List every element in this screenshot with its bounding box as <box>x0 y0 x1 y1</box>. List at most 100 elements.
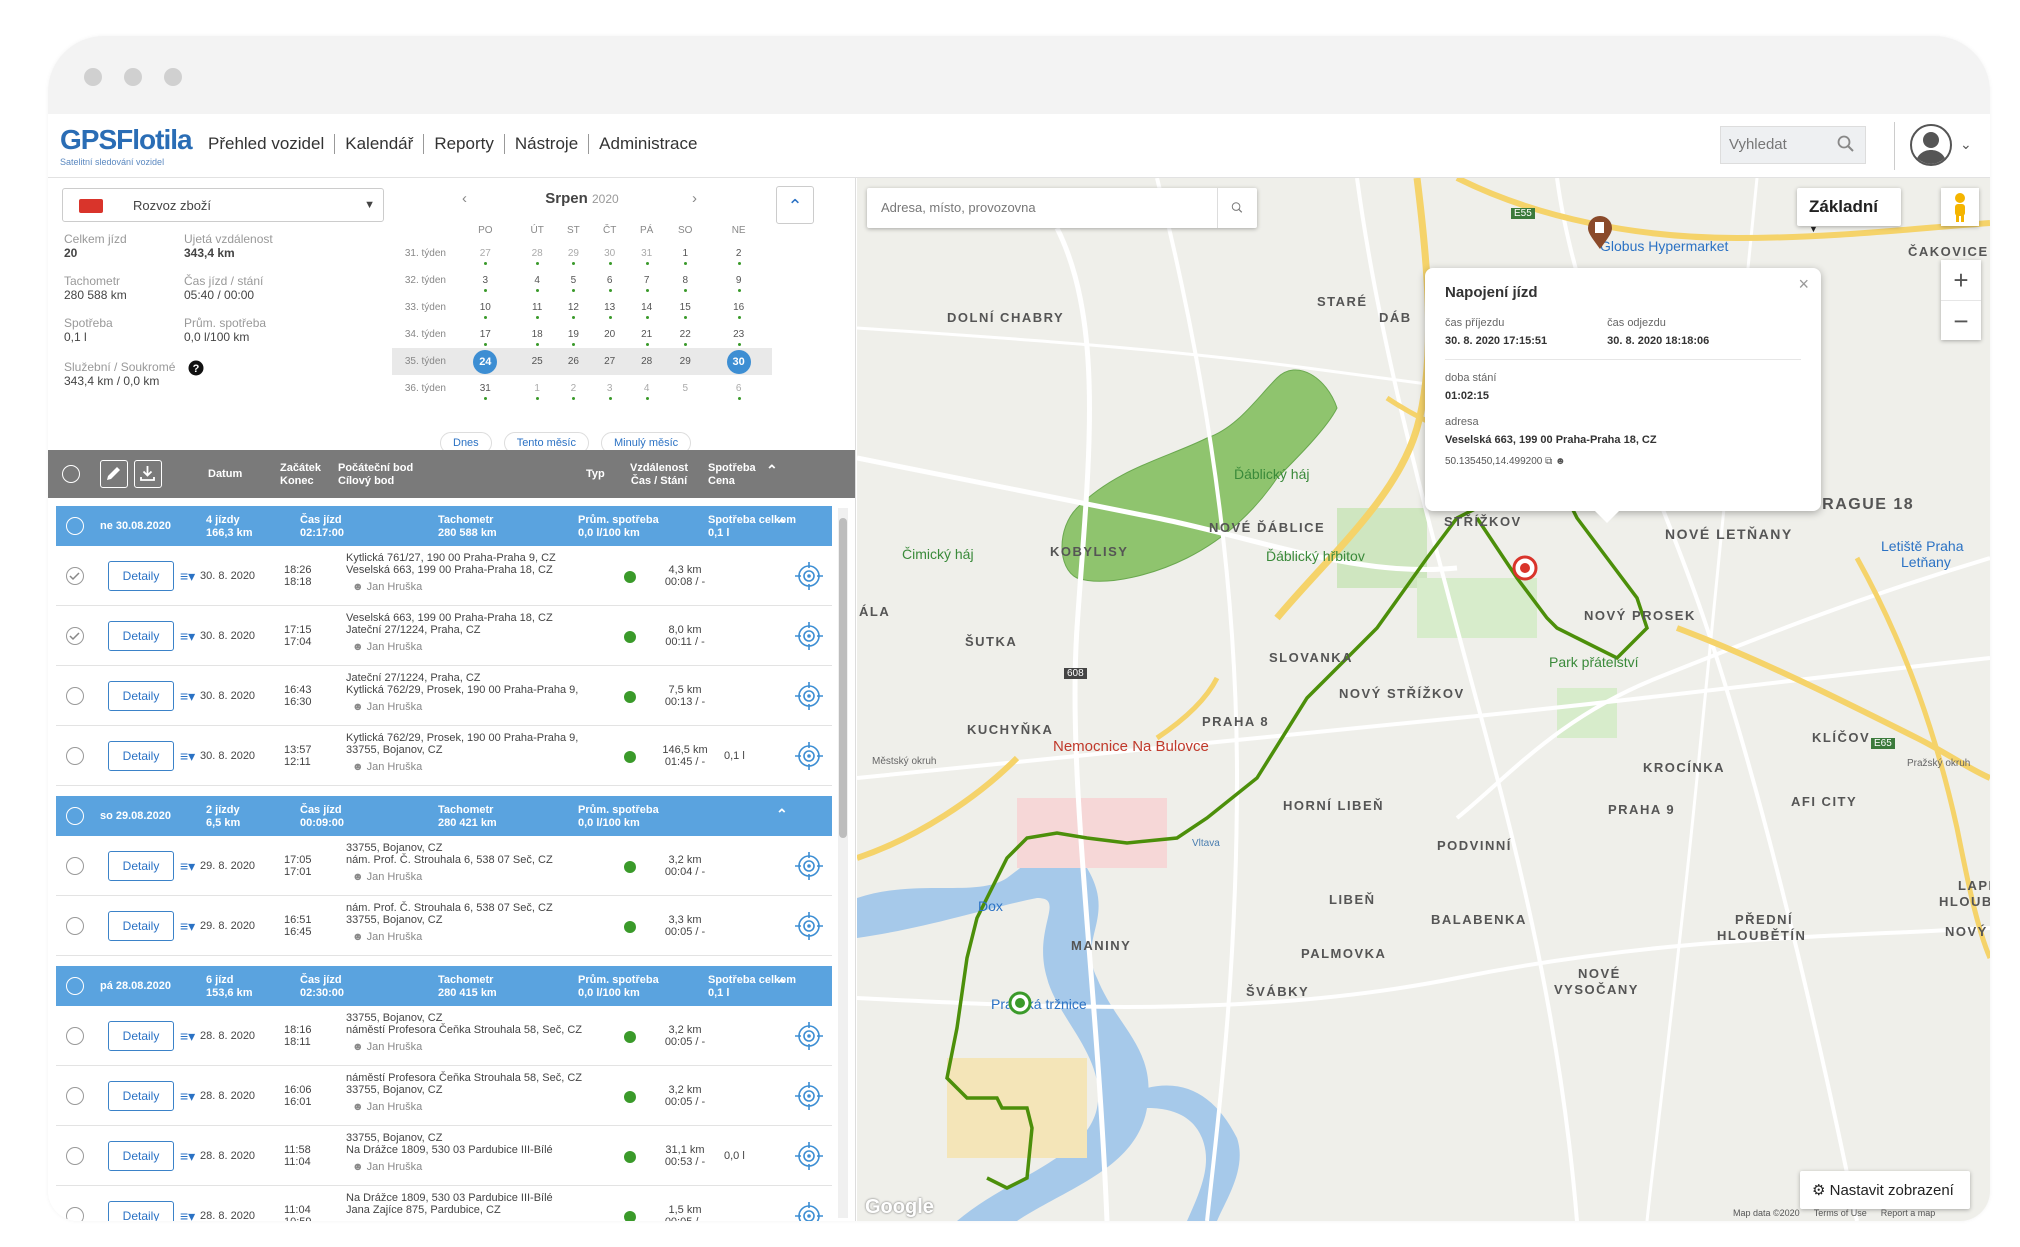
target-icon[interactable] <box>794 681 824 711</box>
avatar[interactable] <box>1910 124 1952 166</box>
target-icon[interactable] <box>794 561 824 591</box>
calendar-day[interactable]: 26 <box>555 348 592 375</box>
trip-radio[interactable] <box>66 687 84 705</box>
target-icon[interactable] <box>794 911 824 941</box>
calendar-day[interactable]: 5 <box>556 267 591 294</box>
map-search-input[interactable]: Adresa, místo, provozovna <box>867 188 1257 228</box>
chevron-up-icon[interactable]: ⌃ <box>776 977 788 991</box>
next-month-icon[interactable]: › <box>692 190 697 207</box>
detail-button[interactable]: Detaily <box>108 561 174 591</box>
trip-radio[interactable] <box>66 857 84 875</box>
trip-radio[interactable] <box>66 1087 84 1105</box>
calendar-day[interactable]: 10 <box>452 294 519 321</box>
trip-row[interactable]: Detaily ≡▾ 29. 8. 2020 16:51 16:45 nám. Prof.… <box>56 896 832 956</box>
detail-button[interactable]: Detaily <box>108 1081 174 1111</box>
pin-icon[interactable] <box>1511 554 1539 582</box>
calendar-day[interactable]: 2 <box>705 240 772 267</box>
search-icon[interactable] <box>1837 135 1855 153</box>
calendar-day[interactable]: 18 <box>519 321 556 348</box>
calendar-day[interactable]: 19 <box>556 321 591 348</box>
chevron-up-icon[interactable]: ⌃ <box>776 517 788 531</box>
day-row[interactable]: pá 28.08.2020 6 jízd 153,6 km Čas jízd 02:30… <box>56 966 832 1006</box>
calendar-day[interactable]: 25 <box>518 348 556 375</box>
trip-radio[interactable] <box>66 567 84 585</box>
col-fuel[interactable]: Spotřeba Cena <box>708 462 756 488</box>
calendar-day[interactable]: 15 <box>665 294 705 321</box>
calendar-day[interactable]: 30 <box>705 348 772 375</box>
trip-radio[interactable] <box>66 917 84 935</box>
menu-icon[interactable]: ≡▾ <box>180 748 195 765</box>
collapse-button[interactable]: ⌃ <box>776 186 814 224</box>
menu-icon[interactable]: ≡▾ <box>180 688 195 705</box>
col-typ[interactable]: Typ <box>586 468 605 481</box>
menu-item-administrace[interactable]: Administrace <box>589 134 707 154</box>
day-radio[interactable] <box>66 517 84 535</box>
pin-icon[interactable] <box>1007 990 1033 1016</box>
settings-button[interactable]: ⚙ Nastavit zobrazení <box>1800 1171 1970 1209</box>
menu-icon[interactable]: ≡▾ <box>180 858 195 875</box>
detail-button[interactable]: Detaily <box>108 851 174 881</box>
calendar-day[interactable]: 29 <box>556 240 591 267</box>
menu-icon[interactable]: ≡▾ <box>180 1028 195 1045</box>
trip-row[interactable]: Detaily ≡▾ 28. 8. 2020 18:16 18:11 33755, Boj… <box>56 1006 832 1066</box>
report-link[interactable]: Report a map <box>1881 1208 1936 1218</box>
vehicle-select[interactable]: Rozvoz zboží ▼ <box>62 188 384 222</box>
scrollbar[interactable] <box>838 508 848 1218</box>
calendar-day[interactable]: 4 <box>628 375 665 402</box>
chevron-up-icon[interactable]: ⌃ <box>766 463 778 477</box>
trip-row[interactable]: Detaily ≡▾ 28. 8. 2020 11:58 11:04 33755, Boj… <box>56 1126 832 1186</box>
select-all-radio[interactable] <box>62 465 80 483</box>
calendar-day[interactable]: 12 <box>556 294 591 321</box>
calendar-day[interactable]: 21 <box>628 321 665 348</box>
calendar-day[interactable]: 24 <box>452 348 519 375</box>
edit-button[interactable] <box>100 460 128 488</box>
trip-row[interactable]: Detaily ≡▾ 30. 8. 2020 16:43 16:30 Jateční 27… <box>56 666 832 726</box>
day-row[interactable]: so 29.08.2020 2 jízdy 6,5 km Čas jízd 00:09:… <box>56 796 832 836</box>
calendar-day[interactable]: 6 <box>591 267 628 294</box>
prev-month-icon[interactable]: ‹ <box>462 190 467 207</box>
trip-row[interactable]: Detaily ≡▾ 30. 8. 2020 13:57 12:11 Kytlická 7… <box>56 726 832 786</box>
target-icon[interactable] <box>794 1021 824 1051</box>
menu-icon[interactable]: ≡▾ <box>180 1208 195 1221</box>
trip-row[interactable]: Detaily ≡▾ 28. 8. 2020 11:0410:59 Na Drážce … <box>56 1186 832 1221</box>
map-type-select[interactable]: Základní ▼ <box>1797 188 1901 234</box>
calendar-day[interactable]: 31 <box>628 240 665 267</box>
window-dot[interactable] <box>164 68 182 86</box>
trip-row[interactable]: Detaily ≡▾ 30. 8. 2020 18:26 18:18 Kytlická 7… <box>56 546 832 606</box>
menu-icon[interactable]: ≡▾ <box>180 628 195 645</box>
trip-radio[interactable] <box>66 1027 84 1045</box>
chevron-down-icon[interactable]: ⌄ <box>1960 136 1972 153</box>
menu-icon[interactable]: ≡▾ <box>180 568 195 585</box>
calendar-day[interactable]: 16 <box>705 294 772 321</box>
person-icon[interactable]: ☻ <box>1555 456 1566 467</box>
calendar-day[interactable]: 17 <box>452 321 519 348</box>
map[interactable]: DOLNÍ CHABRY STARÉ DÁB KOBYLISY NOVÉ ĎÁB… <box>857 178 1990 1221</box>
logo[interactable]: GPSFlotila Satelitní sledování vozidel <box>60 124 193 168</box>
detail-button[interactable]: Detaily <box>108 621 174 651</box>
calendar-day[interactable]: 27 <box>452 240 519 267</box>
fuel-icon[interactable] <box>1587 216 1613 250</box>
col-points[interactable]: Počáteční bod Cílový bod <box>338 462 413 488</box>
menu-item-prehled[interactable]: Přehled vozidel <box>198 134 336 154</box>
calendar-day[interactable]: 1 <box>519 375 556 402</box>
detail-button[interactable]: Detaily <box>108 1201 174 1221</box>
calendar-day[interactable]: 28 <box>628 348 666 375</box>
calendar-day[interactable]: 23 <box>705 321 772 348</box>
calendar-day[interactable]: 20 <box>591 321 628 348</box>
window-dot[interactable] <box>84 68 102 86</box>
target-icon[interactable] <box>794 1081 824 1111</box>
detail-button[interactable]: Detaily <box>108 911 174 941</box>
pegman-button[interactable] <box>1941 188 1979 226</box>
menu-icon[interactable]: ≡▾ <box>180 1148 195 1165</box>
trip-radio[interactable] <box>66 1207 84 1221</box>
close-icon[interactable]: × <box>1798 274 1809 295</box>
detail-button[interactable]: Detaily <box>108 741 174 771</box>
calendar-day[interactable]: 7 <box>628 267 665 294</box>
calendar-day[interactable]: 14 <box>628 294 665 321</box>
calendar-day[interactable]: 9 <box>705 267 772 294</box>
day-row[interactable]: ne 30.08.2020 4 jízdy 166,3 km Čas jízd 02:1… <box>56 506 832 546</box>
scrollbar-thumb[interactable] <box>839 518 847 838</box>
calendar-day[interactable]: 27 <box>591 348 629 375</box>
calendar-day[interactable]: 2 <box>556 375 591 402</box>
search-icon[interactable] <box>1217 188 1257 228</box>
